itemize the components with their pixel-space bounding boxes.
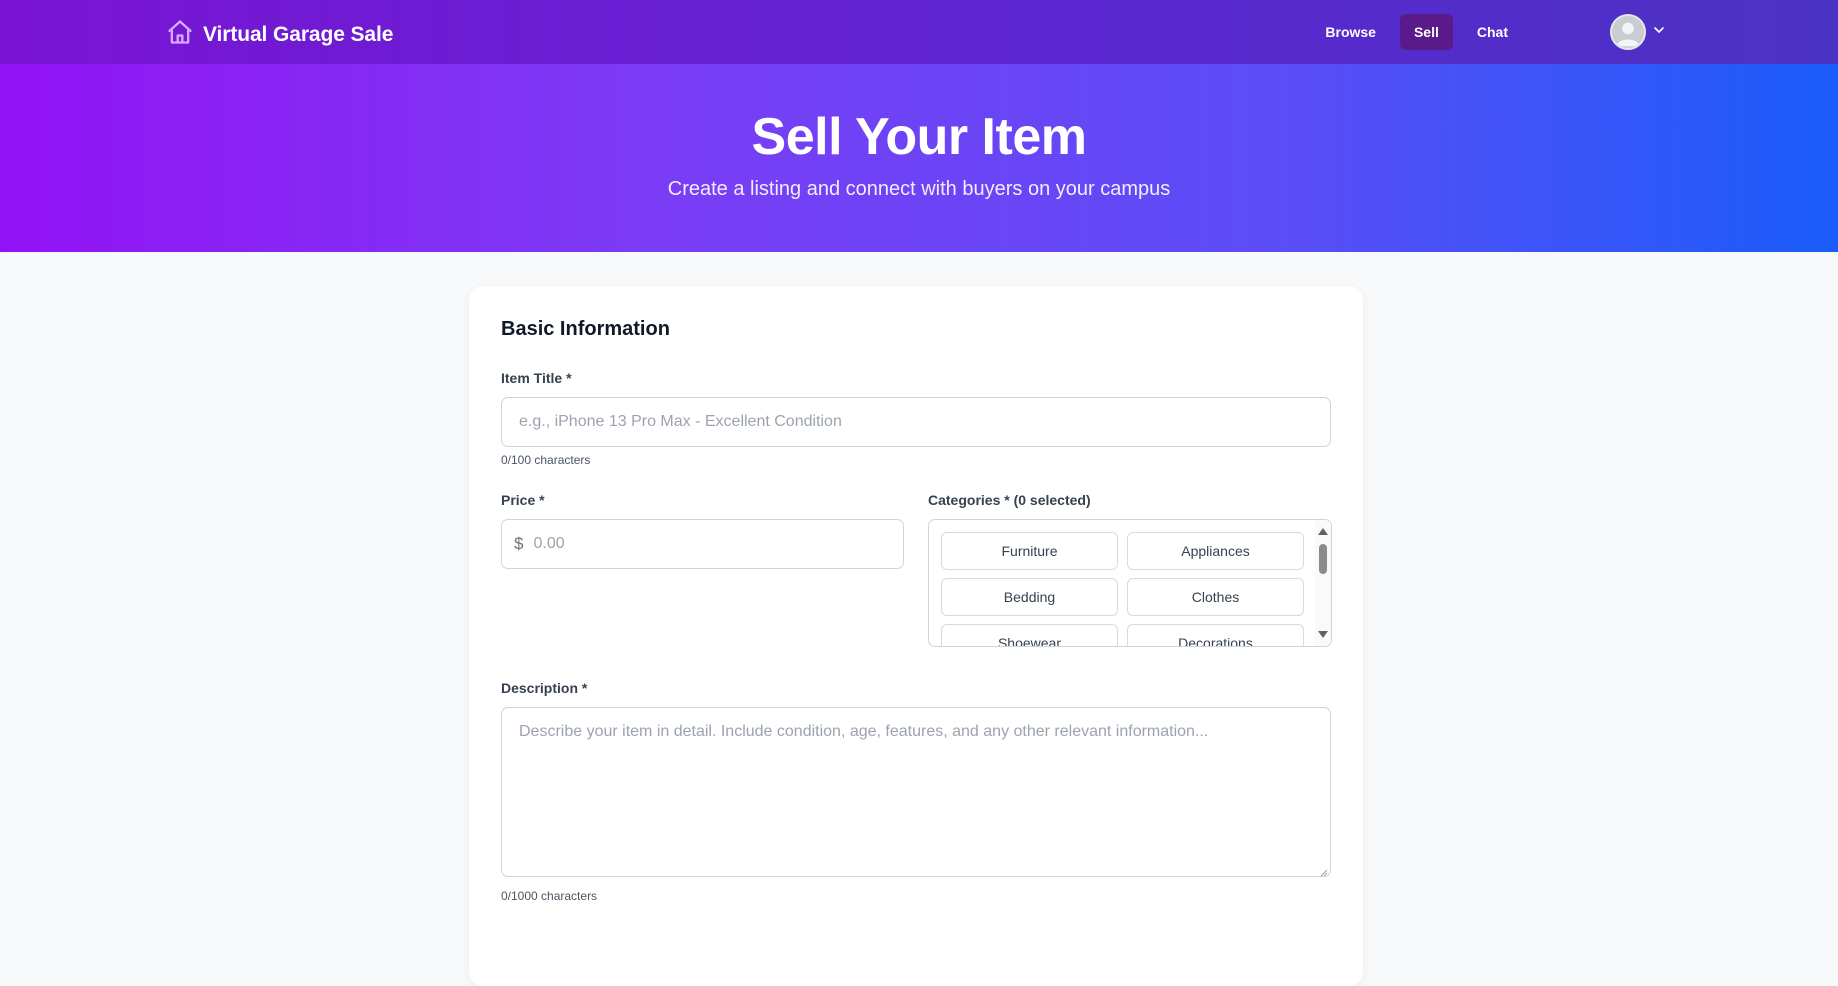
nav-link-sell[interactable]: Sell: [1399, 14, 1453, 50]
categories-scrollbar[interactable]: [1315, 520, 1331, 646]
description-placeholder: Describe your item in detail. Include co…: [519, 723, 1209, 740]
user-avatar-icon: [1610, 14, 1646, 50]
item-title-label: Item Title *: [501, 370, 572, 386]
scrollbar-thumb[interactable]: [1319, 544, 1327, 574]
page-subtitle: Create a listing and connect with buyers…: [667, 178, 1171, 201]
user-menu[interactable]: [1610, 14, 1666, 50]
scroll-up-arrow-icon[interactable]: [1318, 528, 1328, 535]
categories-list[interactable]: Furniture Appliances Bedding Clothes Sho…: [928, 519, 1332, 647]
section-title: Basic Information: [501, 318, 670, 340]
price-placeholder: 0.00: [533, 535, 565, 552]
currency-symbol: $: [514, 534, 524, 553]
item-title-counter: 0/100 characters: [501, 453, 591, 467]
category-option-bedding[interactable]: Bedding: [941, 578, 1118, 616]
item-title-input[interactable]: e.g., iPhone 13 Pro Max - Excellent Cond…: [501, 397, 1331, 447]
brand-logo[interactable]: Virtual Garage Sale: [166, 17, 393, 52]
description-label: Description *: [501, 680, 588, 696]
category-option-clothes[interactable]: Clothes: [1127, 578, 1304, 616]
categories-label: Categories * (0 selected): [928, 492, 1091, 508]
item-title-placeholder: e.g., iPhone 13 Pro Max - Excellent Cond…: [519, 413, 842, 430]
nav-link-chat[interactable]: Chat: [1463, 14, 1522, 50]
top-navbar: Virtual Garage Sale Browse Sell Chat: [0, 0, 1838, 64]
category-option-decorations[interactable]: Decorations: [1127, 624, 1304, 646]
page-title: Sell Your Item: [751, 108, 1087, 166]
description-counter: 0/1000 characters: [501, 889, 598, 903]
home-icon: [166, 17, 194, 52]
category-option-furniture[interactable]: Furniture: [941, 532, 1118, 570]
hero-banner: Sell Your Item Create a listing and conn…: [0, 64, 1838, 252]
category-option-shoewear[interactable]: Shoewear: [941, 624, 1118, 646]
brand-name: Virtual Garage Sale: [203, 22, 394, 46]
resize-handle-icon[interactable]: [1318, 864, 1328, 877]
nav-link-browse[interactable]: Browse: [1311, 14, 1390, 50]
category-option-appliances[interactable]: Appliances: [1127, 532, 1304, 570]
nav-links: Browse Sell Chat: [1311, 14, 1522, 50]
scroll-down-arrow-icon[interactable]: [1318, 631, 1328, 638]
chevron-down-icon: [1652, 23, 1666, 42]
listing-form-card: Basic Information Item Title * e.g., iPh…: [469, 286, 1363, 986]
description-textarea[interactable]: Describe your item in detail. Include co…: [501, 707, 1331, 877]
price-label: Price *: [501, 492, 545, 508]
price-input[interactable]: $ 0.00: [501, 519, 904, 569]
